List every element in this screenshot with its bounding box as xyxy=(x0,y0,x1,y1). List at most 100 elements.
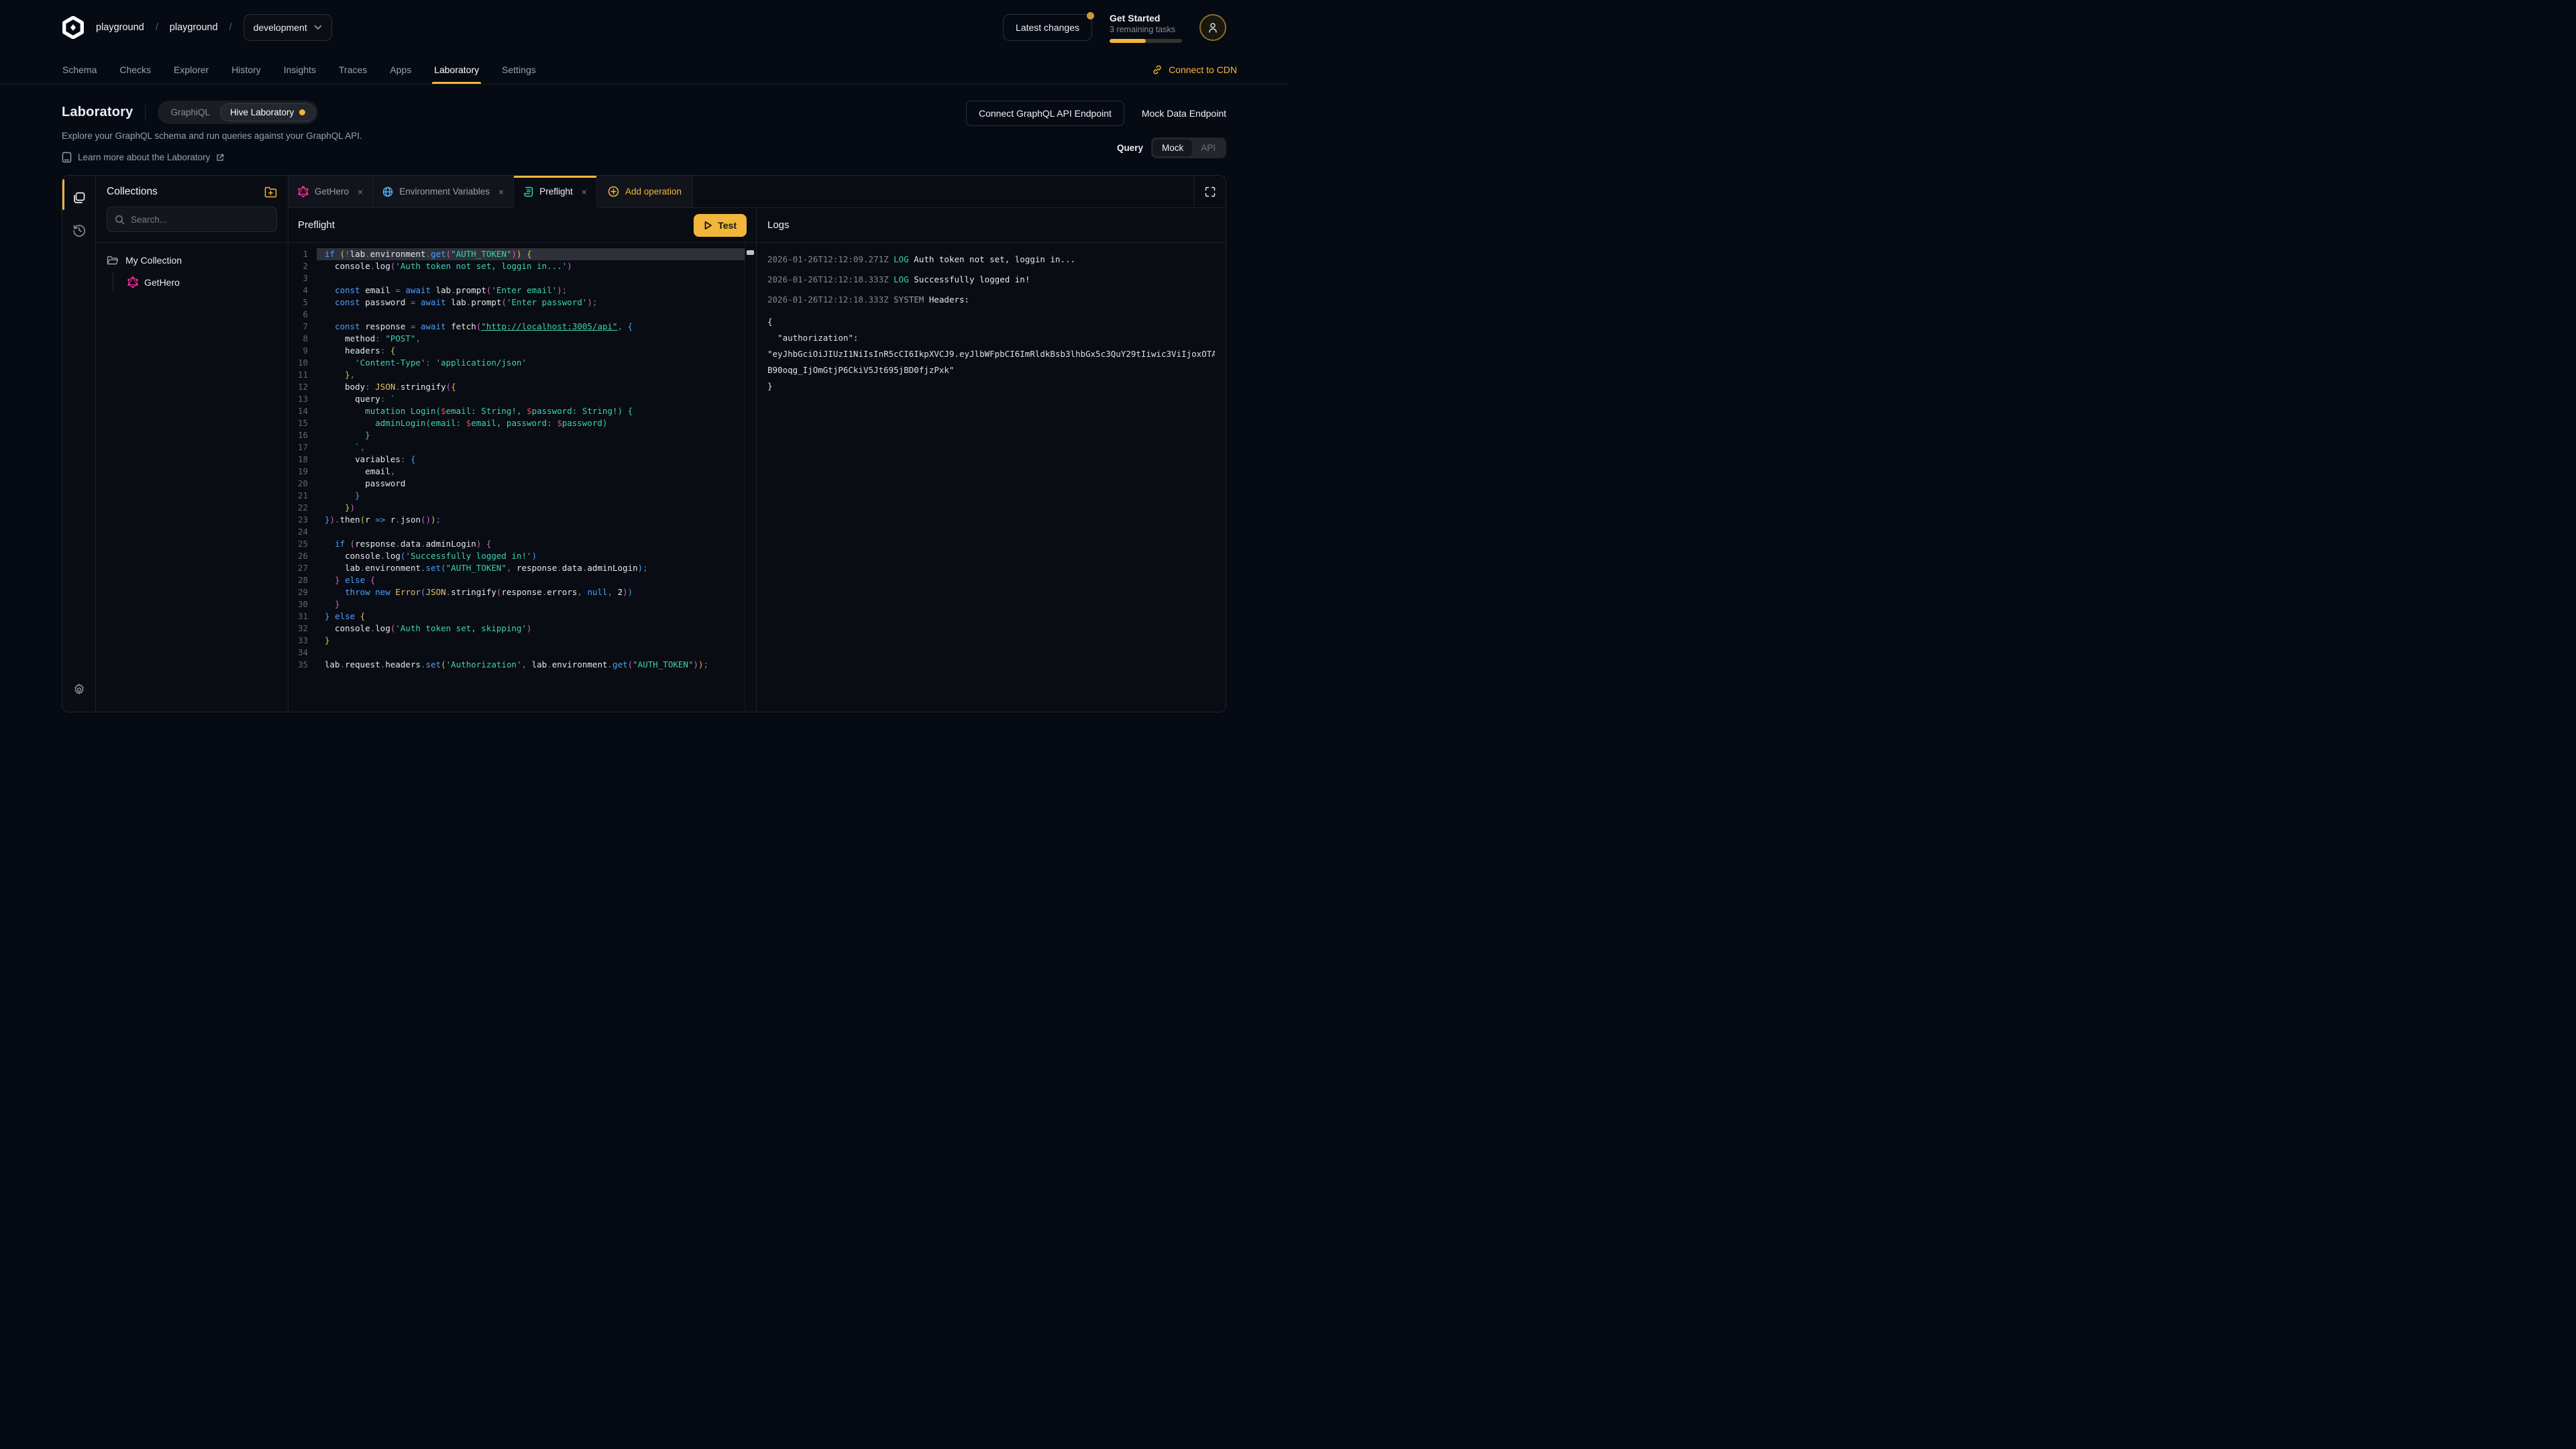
line-text: 'Content-Type': 'application/json' xyxy=(317,357,756,369)
fullscreen-button[interactable] xyxy=(1193,176,1226,207)
hive-logo-icon[interactable] xyxy=(62,16,85,39)
target-selector[interactable]: development xyxy=(244,14,332,41)
laboratory-panel: Collections My Co xyxy=(62,175,1226,712)
header-actions: Latest changes Get Started 3 remaining t… xyxy=(1003,13,1226,43)
code-line: 34 xyxy=(288,647,756,659)
code-line: 5 const password = await lab.prompt('Ent… xyxy=(288,297,756,309)
page-title: Laboratory xyxy=(62,105,133,120)
line-text: variables: { xyxy=(317,453,756,466)
log-json-line: B90oqg_IjOmGtjP6CkiV5Jt695jBD0fjzPxk" xyxy=(767,362,1215,378)
operation-tab-bar: GetHero × Environment Variables × Preflight ×… xyxy=(288,176,1226,208)
nav-item-laboratory[interactable]: Laboratory xyxy=(423,55,490,84)
preflight-editor-panel: Preflight Test 1if (!lab.environment.get… xyxy=(288,208,757,712)
search-icon xyxy=(115,215,125,225)
line-text: adminLogin(email: $email, password: $pas… xyxy=(317,417,756,429)
line-text: const email = await lab.prompt('Enter em… xyxy=(317,284,756,297)
line-text: } else { xyxy=(317,574,756,586)
logs-panel: Logs 2026-01-26T12:12:09.271Z LOG Auth t… xyxy=(757,208,1226,712)
nav-item-checks[interactable]: Checks xyxy=(108,55,162,84)
new-feature-dot xyxy=(299,109,305,115)
tab-label: Preflight xyxy=(539,186,573,197)
main-nav: SchemaChecksExplorerHistoryInsightsTrace… xyxy=(0,55,1288,85)
operation-gethero[interactable]: GetHero xyxy=(122,272,277,292)
line-text: } else { xyxy=(317,610,756,623)
code-line: 19 email, xyxy=(288,466,756,478)
line-number: 35 xyxy=(288,659,317,671)
learn-more-link[interactable]: Learn more about the Laboratory xyxy=(62,152,362,163)
nav-item-insights[interactable]: Insights xyxy=(272,55,327,84)
line-text xyxy=(317,647,756,659)
nav-item-history[interactable]: History xyxy=(220,55,272,84)
code-line: 23}).then(r => r.json()); xyxy=(288,514,756,526)
line-number: 30 xyxy=(288,598,317,610)
collections-rail-icon[interactable] xyxy=(68,186,91,209)
breadcrumb-separator: / xyxy=(156,22,158,33)
line-number: 28 xyxy=(288,574,317,586)
query-mode-switch: Mock API xyxy=(1151,138,1226,158)
log-entry: 2026-01-26T12:12:09.271Z LOG Auth token … xyxy=(767,254,1215,266)
code-line: 29 throw new Error(JSON.stringify(respon… xyxy=(288,586,756,598)
code-editor[interactable]: 1if (!lab.environment.get("AUTH_TOKEN"))… xyxy=(288,243,756,712)
user-avatar[interactable] xyxy=(1199,14,1226,41)
link-icon xyxy=(1152,64,1163,75)
breadcrumb-project[interactable]: playground xyxy=(170,22,218,33)
notification-dot xyxy=(1087,12,1094,19)
subheader-right: Connect GraphQL API Endpoint Mock Data E… xyxy=(966,101,1226,163)
code-line: 12 body: JSON.stringify({ xyxy=(288,381,756,393)
line-text: headers: { xyxy=(317,345,756,357)
tab-gethero[interactable]: GetHero × xyxy=(288,176,373,207)
collection-folder[interactable]: My Collection xyxy=(107,255,277,266)
nav-item-apps[interactable]: Apps xyxy=(378,55,423,84)
editor-scrollbar-thumb[interactable] xyxy=(747,250,754,255)
connect-cdn-link[interactable]: Connect to CDN xyxy=(1152,55,1237,84)
connect-endpoint-button[interactable]: Connect GraphQL API Endpoint xyxy=(966,101,1124,126)
line-number: 1 xyxy=(288,248,317,260)
settings-gear-icon[interactable] xyxy=(68,678,91,701)
close-icon[interactable]: × xyxy=(498,186,504,197)
breadcrumb-separator: / xyxy=(229,22,232,33)
collections-search[interactable] xyxy=(107,207,277,232)
line-number: 26 xyxy=(288,550,317,562)
mode-option-hive-laboratory[interactable]: Hive Laboratory xyxy=(220,103,315,121)
query-mode-api[interactable]: API xyxy=(1192,140,1224,156)
editor-title: Preflight xyxy=(298,219,335,231)
history-rail-icon[interactable] xyxy=(68,219,91,241)
code-line: 35lab.request.headers.set('Authorization… xyxy=(288,659,756,671)
breadcrumb-org[interactable]: playground xyxy=(96,22,144,33)
tab-label: GetHero xyxy=(315,186,349,197)
code-line: 11 }, xyxy=(288,369,756,381)
log-message: Successfully logged in! xyxy=(914,274,1030,284)
close-icon[interactable]: × xyxy=(358,186,363,197)
query-mode-mock[interactable]: Mock xyxy=(1153,140,1192,156)
code-line: 2 console.log('Auth token not set, loggi… xyxy=(288,260,756,272)
add-operation-button[interactable]: Add operation xyxy=(597,176,693,207)
folder-open-icon xyxy=(107,256,119,266)
line-number: 17 xyxy=(288,441,317,453)
tab-preflight[interactable]: Preflight × xyxy=(514,176,597,207)
mock-endpoint-button[interactable]: Mock Data Endpoint xyxy=(1142,108,1226,119)
nav-item-explorer[interactable]: Explorer xyxy=(162,55,220,84)
line-text: query: ` xyxy=(317,393,756,405)
get-started-widget[interactable]: Get Started 3 remaining tasks xyxy=(1110,13,1182,43)
line-text: if (response.data.adminLogin) { xyxy=(317,538,756,550)
latest-changes-button[interactable]: Latest changes xyxy=(1003,14,1092,41)
line-number: 34 xyxy=(288,647,317,659)
add-collection-icon[interactable] xyxy=(264,186,277,198)
test-button[interactable]: Test xyxy=(694,214,747,237)
mode-option-graphiql[interactable]: GraphiQL xyxy=(160,103,220,121)
search-input[interactable] xyxy=(131,215,269,225)
line-number: 21 xyxy=(288,490,317,502)
play-icon xyxy=(704,221,712,230)
nav-item-settings[interactable]: Settings xyxy=(490,55,547,84)
nav-item-schema[interactable]: Schema xyxy=(51,55,108,84)
code-line: 3 xyxy=(288,272,756,284)
code-line: 21 } xyxy=(288,490,756,502)
tab-environment-variables[interactable]: Environment Variables × xyxy=(373,176,514,207)
line-text: if (!lab.environment.get("AUTH_TOKEN")) … xyxy=(317,248,745,260)
nav-item-traces[interactable]: Traces xyxy=(327,55,378,84)
code-line: 8 method: "POST", xyxy=(288,333,756,345)
code-line: 4 const email = await lab.prompt('Enter … xyxy=(288,284,756,297)
tab-label: Environment Variables xyxy=(399,186,490,197)
close-icon[interactable]: × xyxy=(582,186,587,197)
globe-icon xyxy=(382,186,393,197)
